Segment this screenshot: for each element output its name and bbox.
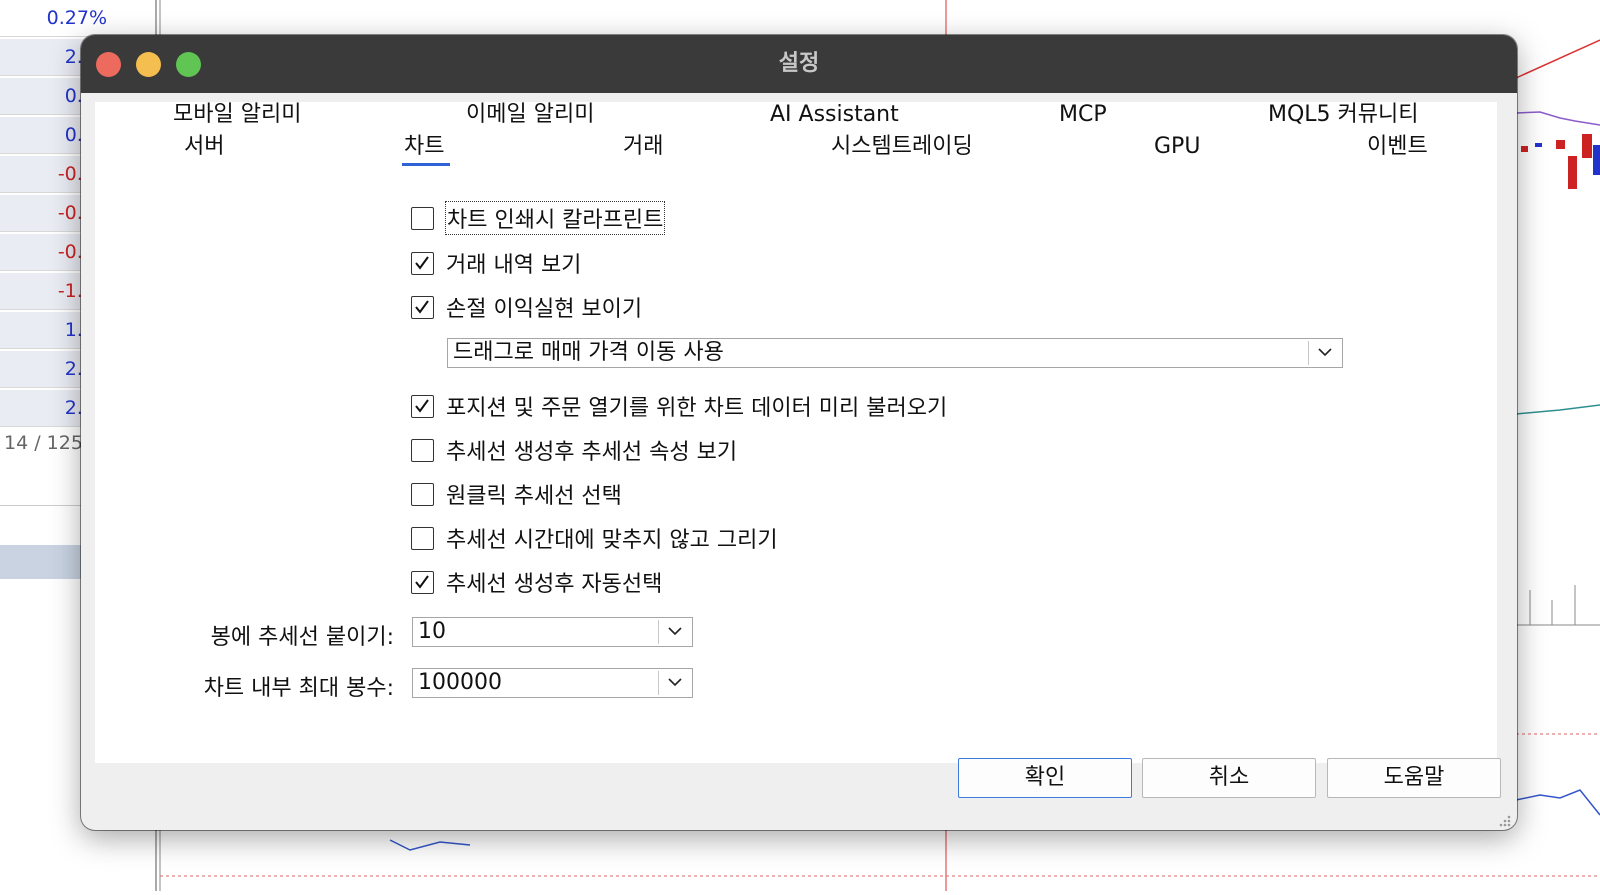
option-auto-select-trendline[interactable]: 추세선 생성후 자동선택: [411, 567, 662, 597]
checkbox-auto-select-trendline[interactable]: [411, 570, 434, 594]
ok-button[interactable]: 확인: [958, 758, 1132, 798]
snap-trendline-value: 10: [418, 619, 446, 644]
option-preload-chart-data[interactable]: 포지션 및 주문 열기를 위한 차트 데이터 미리 불러오기: [411, 391, 947, 421]
drag-trade-level-select[interactable]: 드래그로 매매 가격 이동 사용: [447, 338, 1343, 368]
checkmark-icon: [415, 299, 429, 314]
drag-trade-level-value: 드래그로 매매 가격 이동 사용: [453, 340, 724, 365]
tab-mobile-alert[interactable]: 모바일 알리미: [173, 101, 301, 129]
tab-ai-assistant[interactable]: AI Assistant: [770, 101, 899, 129]
option-label: 추세선 생성후 추세선 속성 보기: [446, 440, 738, 465]
checkbox-one-click-trendline[interactable]: [411, 482, 434, 506]
tab-chart[interactable]: 차트: [404, 133, 444, 161]
max-bars-value: 100000: [418, 670, 502, 695]
chevron-down-icon[interactable]: [1308, 341, 1340, 365]
option-label: 차트 인쇄시 칼라프린트: [444, 201, 666, 235]
tab-email-alert[interactable]: 이메일 알리미: [466, 101, 594, 129]
list-item: 0.27%: [0, 0, 115, 37]
tab-trade[interactable]: 거래: [623, 133, 663, 161]
option-one-click-trendline[interactable]: 원클릭 추세선 선택: [411, 479, 622, 509]
option-label: 원클릭 추세선 선택: [446, 484, 622, 509]
snap-trendline-label: 봉에 추세선 붙이기:: [210, 625, 394, 650]
option-label: 추세선 시간대에 맞추지 않고 그리기: [446, 528, 778, 553]
chevron-down-icon[interactable]: [658, 620, 690, 644]
option-label: 거래 내역 보기: [446, 253, 582, 278]
option-free-trendline-timeframe[interactable]: 추세선 시간대에 맞추지 않고 그리기: [411, 523, 778, 553]
checkbox-preload-chart-data[interactable]: [411, 394, 434, 418]
checkbox-show-trade-history[interactable]: [411, 251, 434, 275]
checkbox-color-print[interactable]: [411, 206, 434, 230]
tab-expert-advisors[interactable]: 시스템트레이딩: [831, 133, 973, 161]
checkbox-free-trendline-timeframe[interactable]: [411, 526, 434, 550]
option-color-print[interactable]: 차트 인쇄시 칼라프린트: [411, 201, 666, 235]
option-label: 손절 이익실현 보이기: [446, 297, 643, 322]
help-button[interactable]: 도움말: [1327, 758, 1501, 798]
dialog-title: 설정: [778, 51, 820, 76]
settings-dialog: 설정 모바일 알리미 이메일 알리미 AI Assistant MCP MQL5…: [81, 35, 1517, 830]
resize-grip-icon[interactable]: [1496, 814, 1512, 828]
option-show-sl-tp[interactable]: 손절 이익실현 보이기: [411, 292, 642, 322]
max-bars-select[interactable]: 100000: [412, 668, 693, 698]
tab-mql5-community[interactable]: MQL5 커뮤니티: [1268, 101, 1419, 129]
active-tab-indicator: [402, 163, 450, 166]
checkmark-icon: [415, 398, 429, 413]
option-label: 추세선 생성후 자동선택: [446, 572, 663, 597]
option-label: 포지션 및 주문 열기를 위한 차트 데이터 미리 불러오기: [446, 396, 948, 421]
tab-events[interactable]: 이벤트: [1367, 133, 1428, 161]
checkmark-icon: [415, 255, 429, 270]
checkbox-show-sl-tp[interactable]: [411, 295, 434, 319]
list-pager: 14 / 125: [4, 432, 83, 454]
max-bars-label: 차트 내부 최대 봉수:: [203, 676, 394, 701]
chevron-down-icon[interactable]: [658, 671, 690, 695]
checkmark-icon: [415, 574, 429, 589]
option-show-trade-history[interactable]: 거래 내역 보기: [411, 248, 581, 278]
settings-panel: [95, 102, 1497, 763]
title-bar[interactable]: 설정: [81, 35, 1517, 93]
cancel-button[interactable]: 취소: [1142, 758, 1316, 798]
checkbox-show-trendline-properties[interactable]: [411, 438, 434, 462]
tab-gpu[interactable]: GPU: [1154, 133, 1200, 161]
option-show-trendline-properties[interactable]: 추세선 생성후 추세선 속성 보기: [411, 435, 737, 465]
tab-mcp[interactable]: MCP: [1059, 101, 1107, 129]
snap-trendline-select[interactable]: 10: [412, 617, 693, 647]
tab-server[interactable]: 서버: [184, 133, 224, 161]
